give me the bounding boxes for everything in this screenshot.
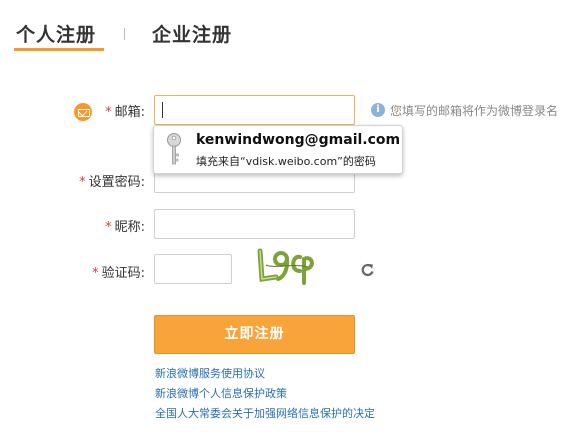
key-icon — [167, 133, 181, 165]
captcha-image[interactable] — [254, 245, 316, 287]
nickname-label-text: 昵称: — [114, 220, 145, 235]
captcha-input[interactable] — [154, 254, 232, 284]
email-label-text: 邮箱: — [114, 105, 145, 120]
text-caret — [162, 102, 163, 118]
required-mark: * — [92, 266, 99, 281]
link-service-agreement[interactable]: 新浪微博服务使用协议 — [155, 365, 265, 381]
link-privacy-policy[interactable]: 新浪微博个人信息保护政策 — [155, 385, 287, 401]
email-label: * 邮箱: — [55, 101, 145, 120]
required-mark: * — [105, 105, 112, 120]
email-input[interactable] — [154, 95, 355, 125]
autofill-source: 填充来自“vdisk.weibo.com”的密码 — [196, 155, 376, 168]
captcha-label-text: 验证码: — [101, 266, 145, 281]
info-icon: i — [371, 103, 385, 117]
tab-divider — [124, 28, 125, 40]
tab-company[interactable]: 企业注册 — [152, 20, 232, 47]
password-label: * 设置密码: — [55, 171, 145, 190]
autofill-email: kenwindwong@gmail.com — [196, 132, 401, 148]
required-mark: * — [105, 220, 112, 235]
email-hint: 您填写的邮箱将作为微博登录名 — [390, 104, 559, 118]
nickname-input[interactable] — [154, 209, 355, 239]
password-label-text: 设置密码: — [88, 175, 145, 190]
captcha-label: * 验证码: — [55, 262, 145, 281]
tab-active-underline — [14, 48, 104, 51]
register-button[interactable]: 立即注册 — [154, 315, 355, 354]
nickname-label: * 昵称: — [55, 216, 145, 235]
autofill-popup[interactable]: kenwindwong@gmail.com 填充来自“vdisk.weibo.c… — [153, 125, 403, 174]
tab-personal[interactable]: 个人注册 — [16, 20, 96, 47]
refresh-icon[interactable] — [360, 262, 376, 278]
required-mark: * — [79, 175, 86, 190]
link-network-info-decision[interactable]: 全国人大常委会关于加强网络信息保护的决定 — [155, 405, 375, 421]
